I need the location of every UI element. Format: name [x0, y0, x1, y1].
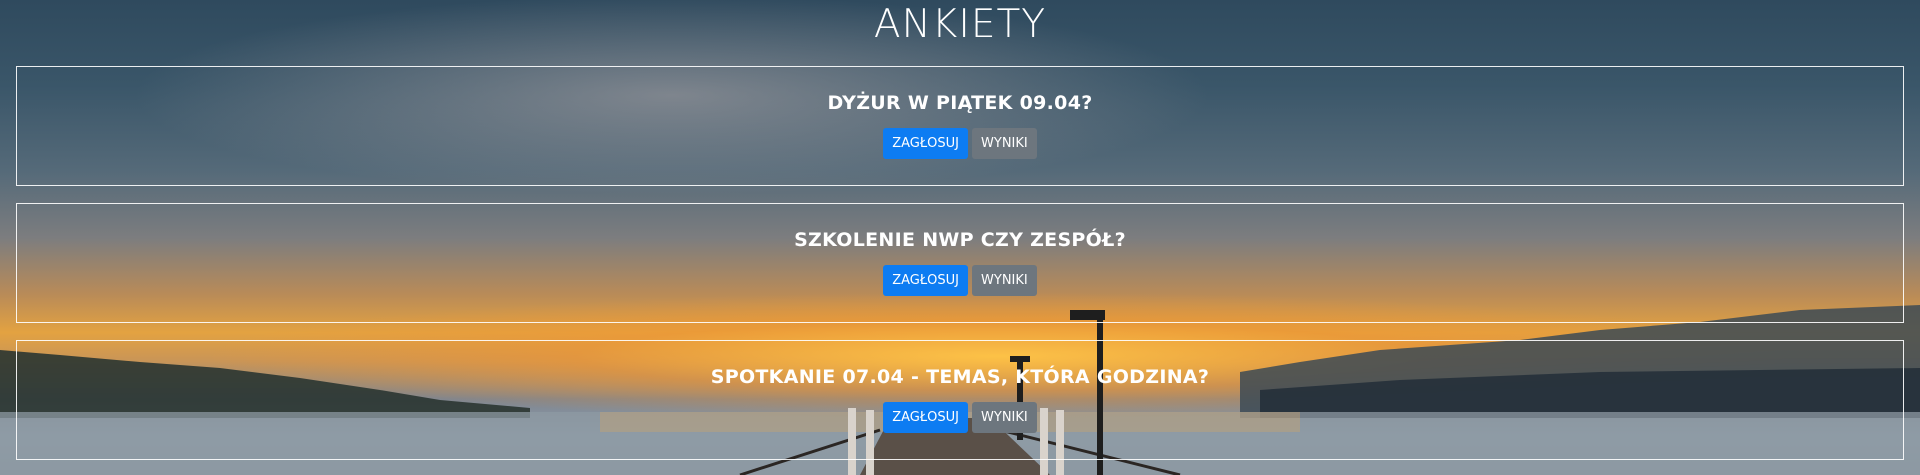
results-button[interactable]: WYNIKI — [972, 128, 1037, 159]
poll-card: SZKOLENIE NWP CZY ZESPÓŁ? ZAGŁOSUJ WYNIK… — [16, 203, 1904, 323]
vote-button[interactable]: ZAGŁOSUJ — [883, 402, 969, 433]
vote-button[interactable]: ZAGŁOSUJ — [883, 265, 969, 296]
vote-button[interactable]: ZAGŁOSUJ — [883, 128, 969, 159]
poll-question: SZKOLENIE NWP CZY ZESPÓŁ? — [794, 229, 1126, 251]
results-button[interactable]: WYNIKI — [972, 265, 1037, 296]
poll-actions: ZAGŁOSUJ WYNIKI — [17, 128, 1903, 159]
poll-question: SPOTKANIE 07.04 - TEMAS, KTÓRA GODZINA? — [710, 366, 1210, 388]
poll-actions: ZAGŁOSUJ WYNIKI — [17, 265, 1903, 296]
page-title: ANKIETY — [873, 2, 1047, 47]
poll-question: DYŻUR W PIĄTEK 09.04? — [827, 92, 1093, 114]
poll-card: DYŻUR W PIĄTEK 09.04? ZAGŁOSUJ WYNIKI — [16, 66, 1904, 186]
results-button[interactable]: WYNIKI — [972, 402, 1037, 433]
poll-card: SPOTKANIE 07.04 - TEMAS, KTÓRA GODZINA? … — [16, 340, 1904, 460]
poll-actions: ZAGŁOSUJ WYNIKI — [17, 402, 1903, 433]
